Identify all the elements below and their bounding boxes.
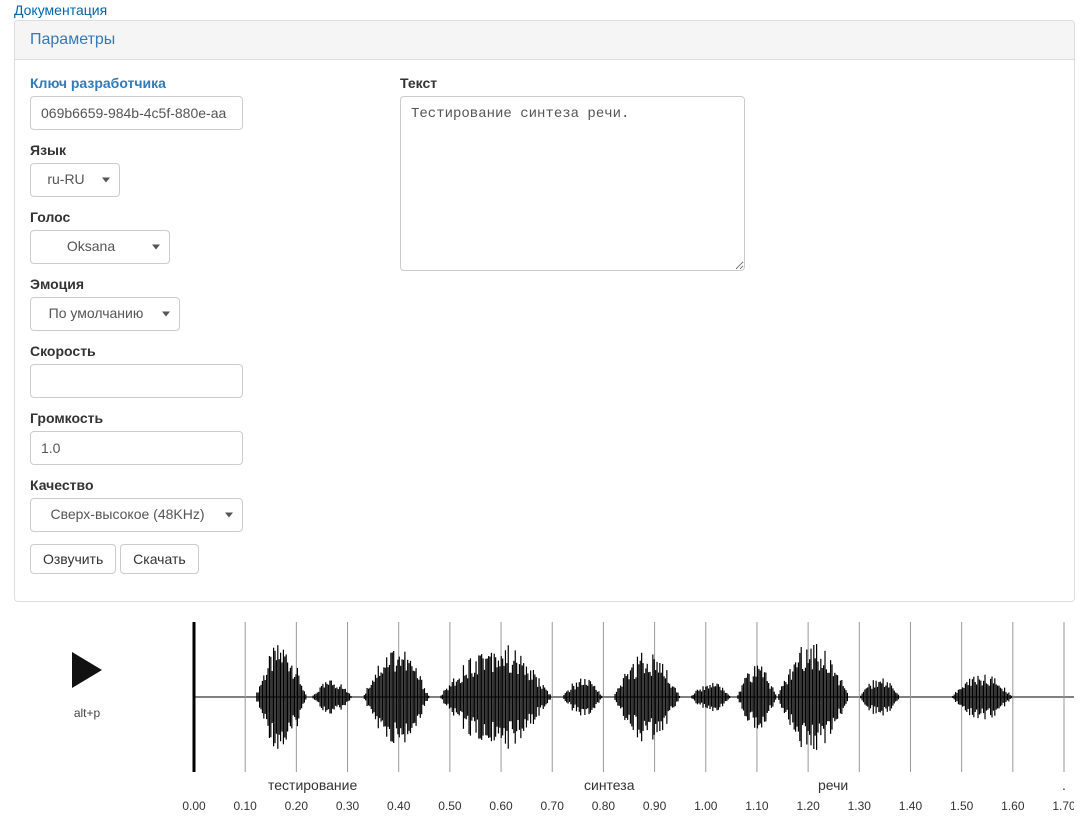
play-button[interactable] [72, 652, 102, 688]
play-shortcut-hint: alt+p [32, 706, 142, 720]
speed-label: Скорость [30, 343, 380, 359]
svg-text:1.70: 1.70 [1052, 799, 1074, 813]
lang-label: Язык [30, 142, 380, 158]
svg-text:1.60: 1.60 [1001, 799, 1025, 813]
svg-text:0.90: 0.90 [643, 799, 667, 813]
parameters-panel: Параметры Ключ разработчика Язык ru-RU Г… [14, 20, 1075, 602]
svg-text:0.60: 0.60 [489, 799, 513, 813]
documentation-link[interactable]: Документация [14, 2, 107, 18]
emotion-select[interactable]: По умолчанию [30, 297, 180, 331]
svg-text:1.20: 1.20 [796, 799, 820, 813]
volume-label: Громкость [30, 410, 380, 426]
emotion-label: Эмоция [30, 276, 380, 292]
svg-text:1.30: 1.30 [848, 799, 872, 813]
svg-text:1.50: 1.50 [950, 799, 974, 813]
dev-key-label: Ключ разработчика [30, 75, 380, 91]
svg-text:синтеза: синтеза [584, 777, 635, 793]
svg-text:1.10: 1.10 [745, 799, 769, 813]
svg-text:0.30: 0.30 [336, 799, 360, 813]
voice-label: Голос [30, 209, 380, 225]
lang-select[interactable]: ru-RU [30, 163, 120, 197]
download-button[interactable]: Скачать [120, 544, 199, 574]
svg-text:0.10: 0.10 [233, 799, 257, 813]
quality-label: Качество [30, 477, 380, 493]
waveform[interactable]: тестирование синтеза речи. 0.00 0.10 0.20 0.3… [164, 622, 1074, 822]
svg-text:0.50: 0.50 [438, 799, 462, 813]
svg-text:0.20: 0.20 [285, 799, 309, 813]
panel-title: Параметры [15, 21, 1074, 60]
svg-text:тестирование: тестирование [268, 777, 357, 793]
svg-text:.: . [1062, 777, 1066, 793]
voice-select[interactable]: Oksana [30, 230, 170, 264]
svg-text:0.70: 0.70 [541, 799, 565, 813]
svg-text:0.40: 0.40 [387, 799, 411, 813]
text-input[interactable] [400, 96, 745, 271]
speed-input[interactable] [30, 364, 243, 398]
svg-text:1.00: 1.00 [694, 799, 718, 813]
svg-text:0.00: 0.00 [182, 799, 206, 813]
dev-key-input[interactable] [30, 96, 243, 130]
text-label: Текст [400, 75, 1059, 91]
dev-key-label-link[interactable]: Ключ разработчика [30, 75, 166, 91]
volume-input[interactable] [30, 431, 243, 465]
speak-button[interactable]: Озвучить [30, 544, 116, 574]
quality-select[interactable]: Сверх-высокое (48KHz) [30, 498, 243, 532]
svg-text:речи: речи [818, 777, 848, 793]
svg-text:1.40: 1.40 [899, 799, 923, 813]
waveform-area: alt+p тестирование синтеза речи. 0.00 0.10 0… [14, 622, 1075, 822]
svg-text:0.80: 0.80 [592, 799, 616, 813]
